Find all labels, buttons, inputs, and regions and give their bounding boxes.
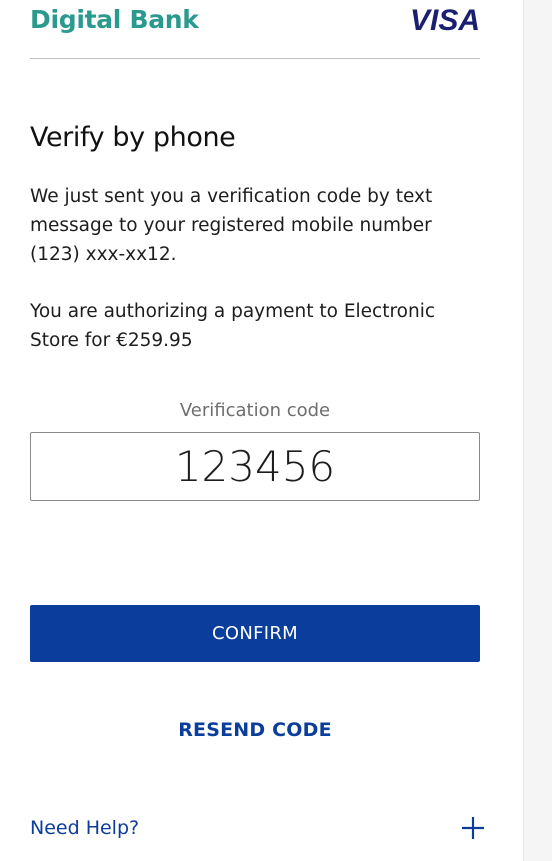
- need-help-label: Need Help?: [30, 817, 140, 839]
- plus-icon[interactable]: [461, 816, 485, 840]
- header: Digital Bank VISA: [30, 0, 480, 59]
- need-help-toggle[interactable]: Need Help?: [30, 808, 485, 848]
- verification-code-label: Verification code: [179, 400, 331, 421]
- resend-code-link[interactable]: RESEND CODE: [30, 719, 480, 741]
- page-edge: [523, 0, 552, 861]
- payment-info-text: You are authorizing a payment to Electro…: [30, 301, 436, 351]
- page-title: Verify by phone: [30, 122, 236, 153]
- verification-sent-text: We just sent you a verification code by …: [30, 186, 433, 265]
- visa-logo: VISA: [409, 4, 480, 37]
- confirm-button[interactable]: CONFIRM: [30, 605, 480, 662]
- verification-code-input[interactable]: [30, 432, 480, 501]
- bank-logo: Digital Bank: [30, 5, 199, 34]
